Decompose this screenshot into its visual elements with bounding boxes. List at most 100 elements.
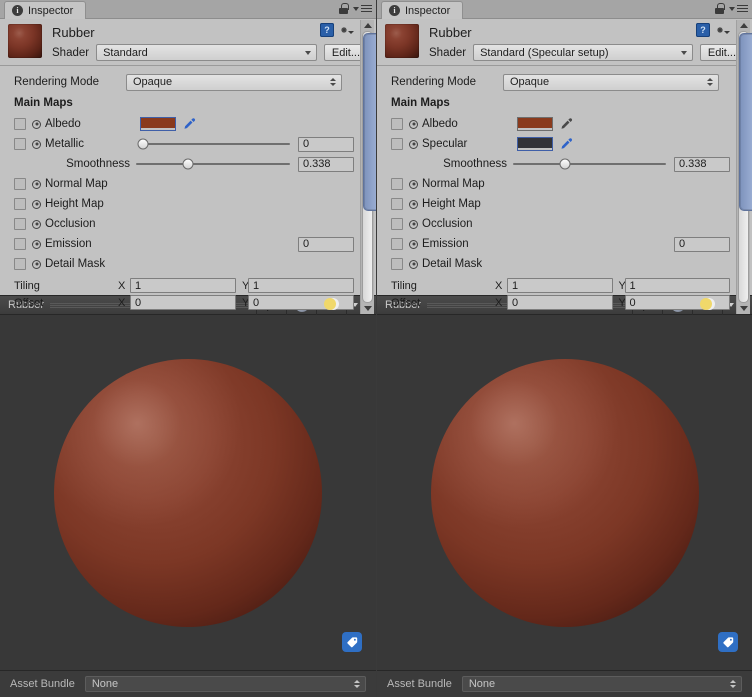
emission-checkbox[interactable]: [391, 238, 403, 250]
metallic-checkbox[interactable]: [14, 138, 26, 150]
height-map-checkbox[interactable]: [14, 198, 26, 210]
property-row-detail-mask: Detail Mask: [377, 254, 752, 274]
asset-bundle-dropdown[interactable]: None: [84, 676, 366, 692]
normal-map-checkbox[interactable]: [14, 178, 26, 190]
material-header: Rubber Shader Standard Edit...: [0, 19, 376, 66]
albedo-texture-target-icon[interactable]: [409, 119, 418, 129]
offset-x-field[interactable]: 0: [130, 295, 236, 310]
detail-mask-texture-target-icon[interactable]: [32, 259, 41, 269]
emission-value-field[interactable]: 0: [298, 236, 354, 252]
albedo-texture-target-icon[interactable]: [32, 119, 41, 129]
height-map-texture-target-icon[interactable]: [32, 199, 41, 209]
shader-dropdown[interactable]: Standard (Specular setup): [473, 44, 693, 61]
emission-texture-target-icon[interactable]: [32, 239, 41, 249]
albedo-color-swatch[interactable]: [517, 117, 553, 131]
scroll-down-arrow-icon[interactable]: [739, 306, 748, 311]
scrollbar-thumb[interactable]: [739, 33, 752, 212]
specular-color-swatch[interactable]: [517, 137, 553, 151]
tiling-x-field[interactable]: 1: [130, 278, 236, 293]
rendering-mode-dropdown[interactable]: Opaque: [503, 73, 719, 91]
preview-sphere: [54, 358, 322, 627]
hamburger-menu-icon[interactable]: [729, 4, 748, 13]
albedo-checkbox[interactable]: [14, 118, 26, 130]
tab-strip-controls: [715, 3, 748, 14]
scrollbar-thumb[interactable]: [363, 33, 376, 212]
tiling-row: Tiling X 1 Y 1: [377, 277, 752, 294]
specular-checkbox[interactable]: [391, 138, 403, 150]
occlusion-checkbox[interactable]: [391, 218, 403, 230]
detail-mask-label: Detail Mask: [422, 258, 483, 270]
inspector-scrollbar[interactable]: [360, 20, 376, 314]
inspector-panel-left: i Inspector ? Rubber Shader Standard Edi…: [0, 0, 376, 697]
scrollbar-trough[interactable]: [362, 31, 376, 303]
metallic-texture-target-icon[interactable]: [32, 139, 41, 149]
tiling-x-field[interactable]: 1: [507, 278, 613, 293]
normal-map-label: Normal Map: [45, 178, 108, 190]
detail-mask-texture-target-icon[interactable]: [409, 259, 418, 269]
material-preview-viewport[interactable]: [0, 315, 376, 670]
occlusion-checkbox[interactable]: [14, 218, 26, 230]
scrollbar-trough[interactable]: [738, 31, 752, 303]
inspector-scrollbar[interactable]: [736, 20, 752, 314]
shader-label: Shader: [52, 46, 90, 59]
smoothness-slider[interactable]: [513, 157, 666, 171]
help-book-icon[interactable]: [696, 23, 710, 37]
height-map-checkbox[interactable]: [391, 198, 403, 210]
tab-inspector[interactable]: i Inspector: [4, 1, 87, 19]
smoothness-value-field[interactable]: 0.338: [674, 156, 730, 172]
gear-icon[interactable]: [341, 24, 354, 37]
specular-texture-target-icon[interactable]: [409, 139, 418, 149]
material-preview-viewport[interactable]: [377, 315, 752, 670]
info-icon: i: [389, 5, 400, 16]
detail-mask-checkbox[interactable]: [391, 258, 403, 270]
asset-bundle-value: None: [468, 678, 496, 690]
albedo-checkbox[interactable]: [391, 118, 403, 130]
occlusion-texture-target-icon[interactable]: [409, 219, 418, 229]
scroll-down-arrow-icon[interactable]: [363, 306, 372, 311]
emission-texture-target-icon[interactable]: [409, 239, 418, 249]
gear-icon[interactable]: [717, 24, 730, 37]
tiling-x-axis-label: X: [118, 279, 126, 292]
scroll-up-arrow-icon[interactable]: [739, 23, 748, 28]
asset-label-tag-icon[interactable]: [718, 632, 738, 652]
normal-map-texture-target-icon[interactable]: [32, 179, 41, 189]
property-row-normal-map: Normal Map: [377, 174, 752, 194]
asset-bundle-value: None: [91, 678, 119, 690]
height-map-texture-target-icon[interactable]: [409, 199, 418, 209]
asset-bundle-dropdown[interactable]: None: [461, 676, 742, 692]
emission-value-field[interactable]: 0: [674, 236, 730, 252]
shader-row: Shader Standard Edit...: [52, 44, 368, 61]
normal-map-texture-target-icon[interactable]: [409, 179, 418, 189]
tiling-y-field[interactable]: 1: [624, 278, 730, 293]
tiling-y-field[interactable]: 1: [248, 278, 354, 293]
scroll-up-arrow-icon[interactable]: [363, 23, 372, 28]
main-maps-heading: Main Maps: [391, 97, 450, 109]
lock-icon[interactable]: [715, 3, 725, 14]
rendering-mode-label: Rendering Mode: [391, 76, 477, 88]
albedo-color-swatch[interactable]: [140, 117, 176, 131]
smoothness-slider[interactable]: [136, 157, 290, 171]
tab-strip: i Inspector: [377, 0, 752, 19]
lock-icon[interactable]: [339, 3, 349, 14]
metallic-value-field[interactable]: 0: [298, 136, 354, 152]
help-book-icon[interactable]: [320, 23, 334, 37]
specular-label: Specular: [422, 138, 468, 150]
smoothness-value-field[interactable]: 0.338: [298, 156, 354, 172]
emission-checkbox[interactable]: [14, 238, 26, 250]
offset-x-field[interactable]: 0: [507, 295, 613, 310]
shader-dropdown-value: Standard (Specular setup): [480, 46, 609, 59]
normal-map-checkbox[interactable]: [391, 178, 403, 190]
shader-dropdown[interactable]: Standard: [96, 44, 317, 61]
detail-mask-checkbox[interactable]: [14, 258, 26, 270]
albedo-eyedropper-icon[interactable]: [182, 117, 196, 131]
hamburger-menu-icon[interactable]: [353, 4, 372, 13]
metallic-slider[interactable]: [137, 137, 290, 151]
albedo-eyedropper-icon[interactable]: [559, 117, 573, 131]
occlusion-texture-target-icon[interactable]: [32, 219, 41, 229]
property-row-height-map: Height Map: [0, 194, 376, 214]
tab-inspector[interactable]: i Inspector: [381, 1, 464, 19]
asset-label-tag-icon[interactable]: [342, 632, 362, 652]
rendering-mode-dropdown[interactable]: Opaque: [126, 73, 342, 91]
rendering-mode-value: Opaque: [133, 76, 173, 88]
specular-eyedropper-icon[interactable]: [559, 137, 573, 151]
